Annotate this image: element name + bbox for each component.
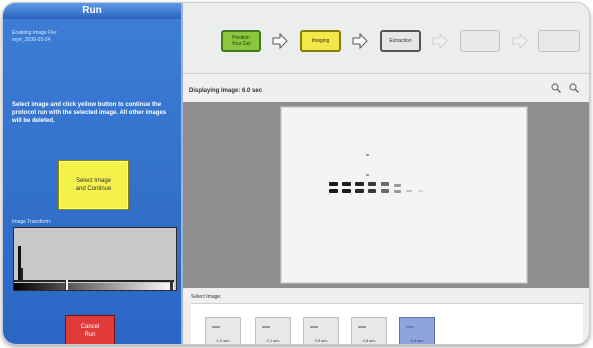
gel-band [342,182,351,186]
arrow-right-icon [512,32,528,50]
thumbnail-3[interactable]: 3.5 sec [303,317,339,344]
gel-band [329,182,338,186]
gel-band [394,184,401,187]
gel-band [394,190,401,193]
step-imaging-label: Imaging [311,38,330,44]
thumbnail-1[interactable]: 1.0 sec [205,317,241,344]
select-button-line2: and Continue [75,186,112,192]
thumbnail-band [310,326,318,328]
thumbnail-caption: 2.1 sec [266,338,280,343]
instructions-text: Select image and click yellow button to … [12,102,167,124]
histogram-white-handle[interactable] [170,280,173,290]
thumbnail-caption: 6.0 sec [410,338,424,343]
gel-band [368,182,376,186]
main-area: Position Your Gel Imaging Extraction Dis… [183,3,589,344]
gel-band [406,190,412,192]
thumbnail-caption: 4.8 sec [362,338,376,343]
arrow-right-icon [352,32,368,50]
image-file-label: Enabling Image File: [12,30,58,36]
zoom-out-icon[interactable] [569,83,579,93]
gel-band [355,182,364,186]
thumbnail-band [262,326,270,328]
gel-band [368,189,376,193]
cancel-button-line1: Cancel [80,323,100,330]
select-image-label: Select Image: [191,294,222,300]
step-position-gel[interactable]: Position Your Gel [221,30,261,52]
gel-well-mark [366,174,369,176]
select-button-line1: Select Image [75,178,111,184]
thumbnail-5-selected[interactable]: 6.0 sec [399,317,435,344]
step-extraction-label: Extraction [389,38,412,44]
gel-band [418,190,423,192]
cancel-button-line2: Run [84,331,96,338]
gel-band [355,189,364,193]
cancel-run-button[interactable]: Cancel Run [65,315,115,344]
image-transform-histogram [13,227,177,291]
panel-title: Run [3,3,181,19]
step-extraction[interactable]: Extraction [380,30,421,52]
run-panel: Run Enabling Image File: myrr_2030-03-24… [3,3,183,344]
thumbnail-strip: 1.0 sec 2.1 sec 3.5 sec 4.8 sec 6.0 sec [191,303,583,344]
gel-band [342,189,351,193]
step-disabled-4 [460,30,500,52]
step-disabled-5 [538,30,580,52]
histogram-baseline [14,280,174,282]
histogram-black-handle[interactable] [65,280,68,290]
thumbnail-band [358,326,366,328]
app-window: Run Enabling Image File: myrr_2030-03-24… [2,2,590,345]
arrow-right-icon [432,32,448,50]
gel-image [281,107,527,283]
gel-band [381,189,389,193]
displaying-image-label: Displaying Image: 6.0 sec [189,88,263,94]
thumbnail-4[interactable]: 4.8 sec [351,317,387,344]
thumbnail-band [406,326,414,328]
select-image-continue-button[interactable]: Select Image and Continue [58,160,129,210]
step-imaging[interactable]: Imaging [300,30,341,52]
zoom-in-icon[interactable] [551,83,561,93]
step-position-line2: Your Gel [231,41,251,47]
thumbnail-caption: 1.0 sec [216,338,230,343]
thumbnail-caption: 3.5 sec [314,338,328,343]
gel-band [329,189,338,193]
thumbnail-2[interactable]: 2.1 sec [255,317,291,344]
image-file-name: myrr_2030-03-24 [12,37,51,43]
thumbnail-band [212,326,220,328]
workflow-bar: Position Your Gel Imaging Extraction [183,3,589,74]
histogram-label: Image Transform: [12,219,52,225]
gel-well-mark [366,154,369,156]
histogram-gradient [14,283,174,290]
gel-band [381,182,389,186]
arrow-right-icon [272,32,288,50]
